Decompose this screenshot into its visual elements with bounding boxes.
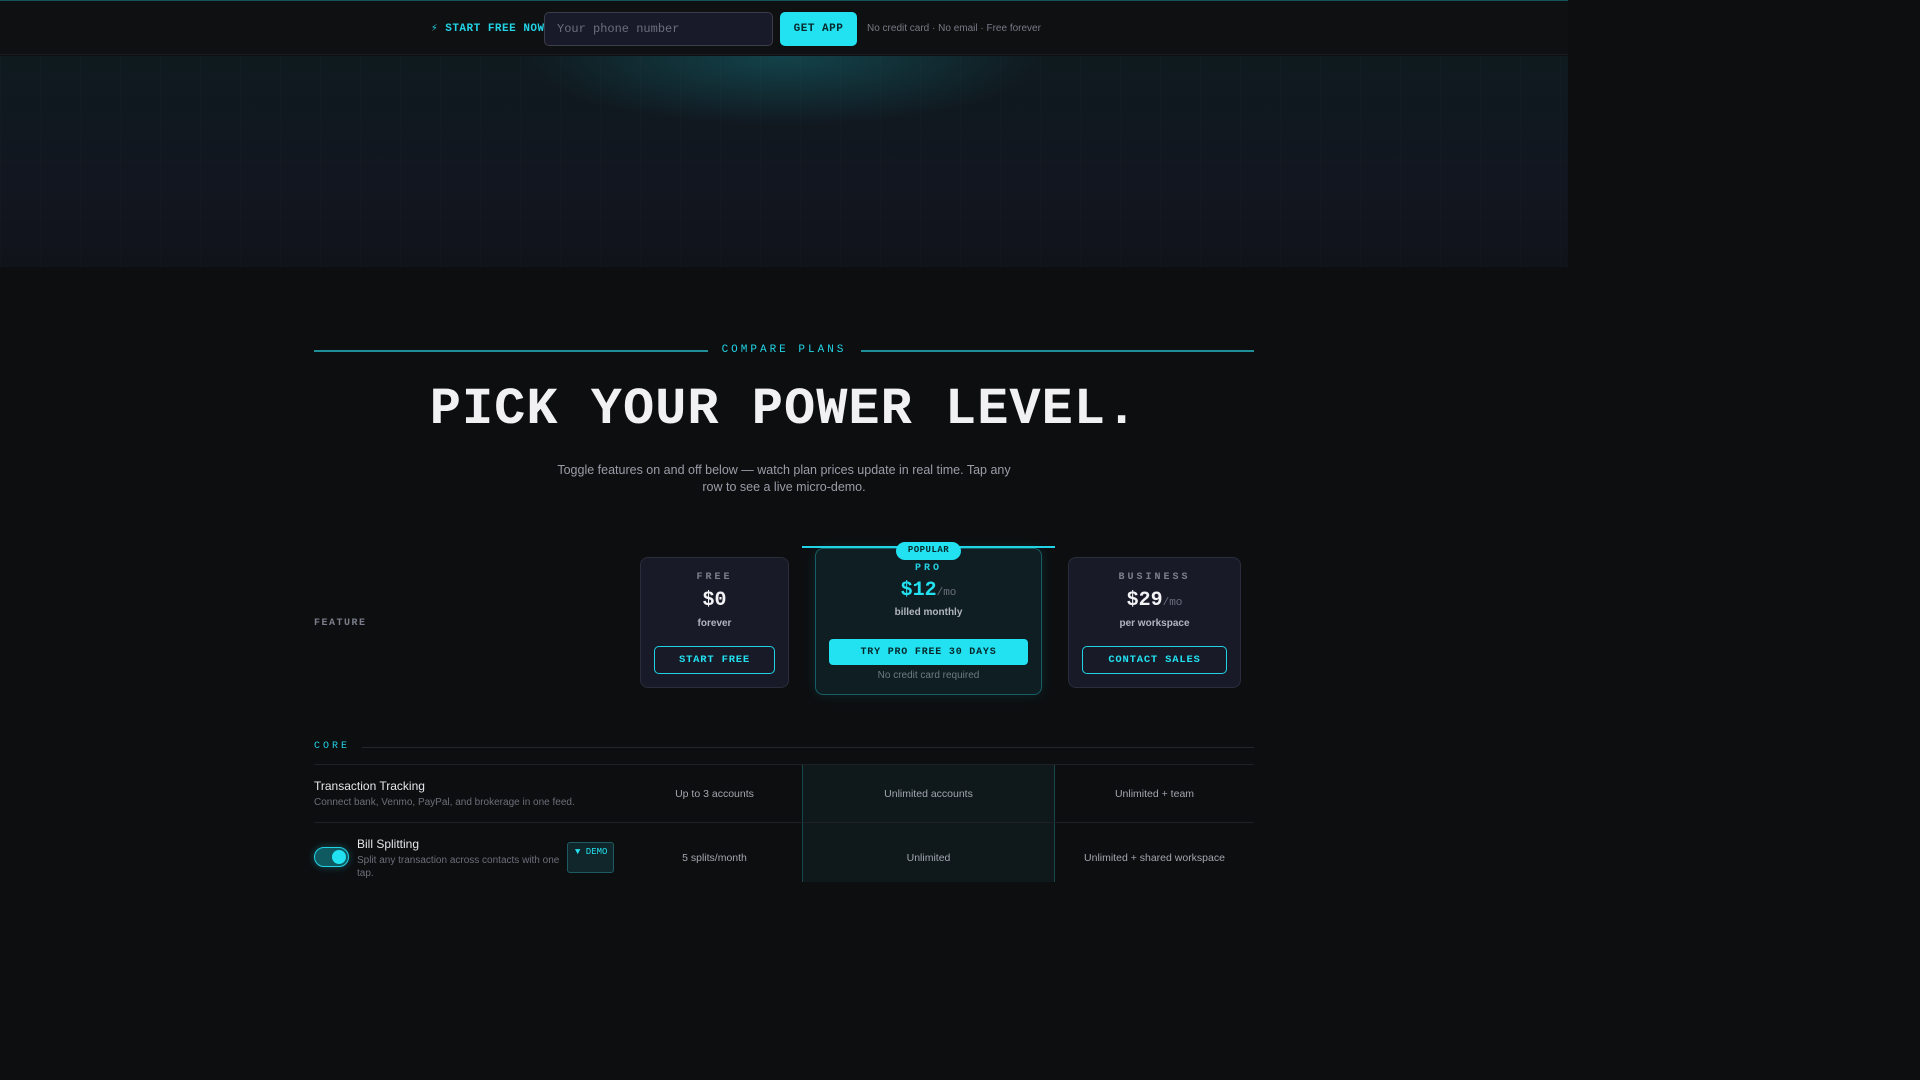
free-plan-value: 5 splits/month [682, 852, 747, 864]
section-divider [362, 747, 1254, 748]
plan-price-amount: $29 [1126, 589, 1163, 612]
pro-plan-value: Unlimited [906, 852, 951, 864]
pro-column-background [802, 764, 1055, 882]
plan-billing-note: forever [697, 618, 732, 629]
start-free-button[interactable]: START FREE [654, 646, 775, 674]
plan-price-period: /mo [1162, 597, 1183, 609]
free-plan-value: Up to 3 accounts [675, 788, 754, 800]
plan-price: $29/mo [1069, 589, 1240, 612]
plan-name: BUSINESS [1118, 572, 1191, 583]
business-plan-value: Unlimited + shared workspace [1084, 852, 1225, 864]
contact-sales-button[interactable]: CONTACT SALES [1082, 646, 1227, 674]
feature-column-header: FEATURE [314, 618, 367, 629]
plan-card-free: FREE $0 forever START FREE [640, 557, 789, 688]
plan-billing-note: per workspace [1119, 618, 1190, 629]
feature-description: Connect bank, Venmo, PayPal, and brokera… [314, 797, 575, 808]
feature-description: Split any transaction across contacts wi… [357, 855, 560, 879]
plan-card-business: BUSINESS $29/mo per workspace CONTACT SA… [1068, 557, 1241, 688]
toggle-knob [332, 850, 346, 864]
get-app-button[interactable]: GET APP [780, 12, 857, 46]
demo-expand-button[interactable]: ▼ DEMO [567, 842, 614, 873]
plan-price-period: /mo [936, 587, 957, 599]
plan-price: $0 [641, 589, 788, 612]
feature-title: Bill Splitting [357, 837, 420, 851]
pro-no-card-note: No credit card required [877, 670, 980, 681]
plan-price-amount: $12 [900, 579, 937, 602]
signup-fine-print: No credit card · No email · Free forever [867, 23, 1041, 34]
hero-glow-banner [0, 56, 1568, 267]
pro-plan-value: Unlimited accounts [884, 788, 973, 800]
row-divider [314, 764, 1254, 765]
section-label-core: CORE [314, 741, 351, 752]
try-pro-button[interactable]: TRY PRO FREE 30 DAYS [829, 639, 1028, 665]
phone-number-input[interactable] [544, 12, 773, 46]
start-free-label: ⚡ START FREE NOW [431, 23, 545, 35]
top-signup-bar: ⚡ START FREE NOW GET APP No credit card … [0, 0, 1568, 55]
popular-badge: POPULAR [896, 542, 961, 560]
plan-name: FREE [696, 572, 733, 583]
page-title: PICK YOUR POWER LEVEL. [429, 380, 1139, 439]
plan-price: $12/mo [816, 579, 1041, 602]
plan-price-amount: $0 [702, 589, 727, 612]
row-divider [314, 822, 1254, 823]
feature-title: Transaction Tracking [314, 779, 425, 793]
business-plan-value: Unlimited + team [1114, 788, 1195, 800]
page-subtitle: Toggle features on and off below — watch… [557, 463, 1011, 494]
plan-card-pro: PRO $12/mo billed monthly TRY PRO FREE 3… [815, 548, 1042, 695]
bill-splitting-toggle[interactable] [314, 847, 349, 867]
plan-billing-note: billed monthly [894, 607, 963, 618]
compare-plans-eyebrow: COMPARE PLANS [721, 344, 847, 356]
plan-name: PRO [914, 563, 942, 574]
